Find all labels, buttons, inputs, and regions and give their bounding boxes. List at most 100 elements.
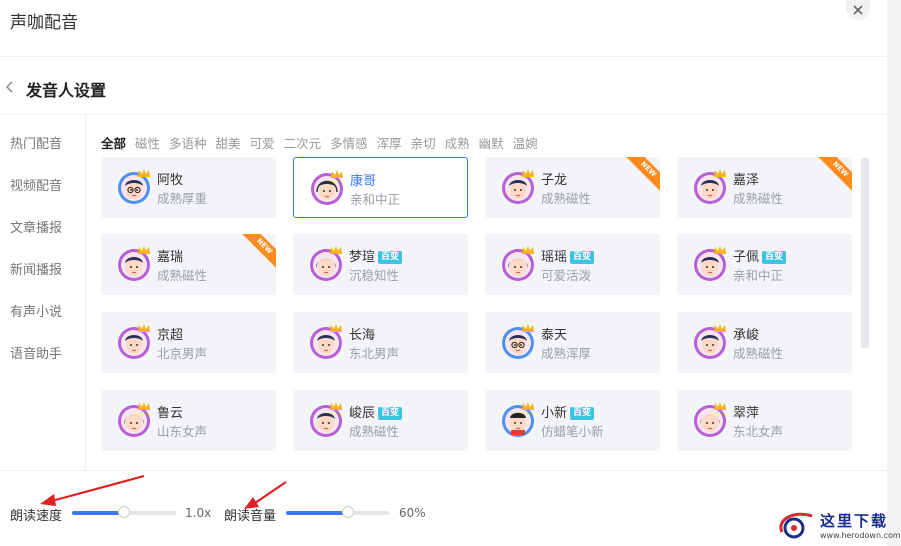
filter-tab[interactable]: 多语种 xyxy=(169,133,207,151)
voice-tag-badge: 百变 xyxy=(570,251,595,264)
voice-name-text: 泰天 xyxy=(541,328,568,343)
voice-card[interactable]: 泰天 成熟浑厚 xyxy=(485,312,660,373)
speed-slider-fill xyxy=(72,511,124,515)
grid-scrollbar[interactable] xyxy=(861,158,869,348)
voice-name-text: 长海 xyxy=(349,328,376,343)
voice-description: 成熟磁性 xyxy=(541,191,592,206)
voice-description: 可爱活泼 xyxy=(541,268,592,283)
voice-description: 东北男声 xyxy=(349,346,400,361)
crown-icon xyxy=(713,318,727,332)
voice-card[interactable]: 鲁云 山东女声 xyxy=(101,390,276,451)
voice-card[interactable]: 子龙成熟磁性 NEW xyxy=(485,157,660,218)
crown-icon xyxy=(329,396,343,410)
voice-card[interactable]: 梦瑄 百变 沉稳知性 xyxy=(293,234,468,295)
voice-name-text: 峻辰 xyxy=(349,406,376,421)
filter-tab[interactable]: 二次元 xyxy=(284,133,322,151)
voice-name-text: 阿牧 xyxy=(157,173,184,188)
crown-icon xyxy=(137,396,151,410)
voice-description: 成熟磁性 xyxy=(733,346,784,361)
sidebar-item-article[interactable]: 文章播报 xyxy=(0,212,85,246)
filter-tab[interactable]: 成熟 xyxy=(445,133,470,151)
filter-tab[interactable]: 亲切 xyxy=(411,133,436,151)
crown-icon xyxy=(329,318,343,332)
crown-icon xyxy=(137,163,151,177)
volume-slider-handle[interactable] xyxy=(342,506,355,518)
filter-tab[interactable]: 磁性 xyxy=(135,133,160,151)
voice-card[interactable]: 承峻 成熟磁性 xyxy=(677,312,852,373)
back-button[interactable] xyxy=(2,79,16,95)
voice-name: 嘉泽 xyxy=(733,169,759,188)
voice-card[interactable]: 嘉泽 成熟磁性 NEW xyxy=(677,157,852,218)
filter-tab[interactable]: 甜美 xyxy=(216,133,241,151)
voice-name-text: 小新 xyxy=(541,406,568,421)
close-icon xyxy=(853,5,863,15)
voice-description: 亲和中正 xyxy=(733,268,784,283)
filter-tab[interactable]: 全部 xyxy=(101,133,126,151)
voice-name: 子龙 xyxy=(541,169,567,188)
voice-description: 北京男声 xyxy=(157,346,208,361)
sidebar-item-news[interactable]: 新闻播报 xyxy=(0,254,85,288)
voice-description: 成熟浑厚 xyxy=(541,346,592,361)
voice-name: 嘉瑞 xyxy=(157,246,183,265)
crown-icon xyxy=(329,240,343,254)
voice-name: 长海 xyxy=(349,324,375,343)
crown-icon xyxy=(521,163,535,177)
filter-tab[interactable]: 温婉 xyxy=(513,133,538,151)
crown-icon xyxy=(137,240,151,254)
volume-slider[interactable] xyxy=(286,506,390,518)
voice-card[interactable]: 康哥 亲和中正 xyxy=(293,157,468,218)
annotation-arrow-volume xyxy=(244,481,287,509)
chevron-left-icon xyxy=(5,81,13,93)
voice-card[interactable]: 长海 东北男声 xyxy=(293,312,468,373)
speed-slider[interactable] xyxy=(72,506,176,518)
voice-card[interactable]: 京超 北京男声 xyxy=(101,312,276,373)
section-title: 发音人设置 xyxy=(26,81,107,100)
speed-value: 1.0x xyxy=(185,506,212,520)
voice-name: 小新 百变 xyxy=(541,402,595,421)
sidebar-item-hot[interactable]: 热门配音 xyxy=(0,128,85,162)
category-sidebar: 热门配音 视频配音 文章播报 新闻播报 有声小说 语音助手 xyxy=(0,115,86,470)
voice-card[interactable]: 瑶瑶 百变可爱活泼 xyxy=(485,234,660,295)
crown-icon xyxy=(521,240,535,254)
voice-card[interactable]: 子佩 百变 亲和中正 xyxy=(677,234,852,295)
new-ribbon: NEW xyxy=(815,157,852,194)
voice-name: 康哥 xyxy=(350,170,376,189)
voice-description: 亲和中正 xyxy=(350,192,401,207)
crown-icon xyxy=(521,318,535,332)
filter-tab[interactable]: 浑厚 xyxy=(377,133,402,151)
voice-name-text: 子龙 xyxy=(541,173,568,188)
crown-icon xyxy=(330,164,344,178)
watermark-text: 这里下载 xyxy=(820,512,889,530)
header-divider xyxy=(0,56,887,57)
voice-card[interactable]: 嘉瑞 成熟磁性 NEW xyxy=(101,234,276,295)
voice-name-text: 承峻 xyxy=(733,328,760,343)
voice-name-text: 鲁云 xyxy=(157,406,184,421)
voice-name: 峻辰 百变 xyxy=(349,402,403,421)
sidebar-item-assistant[interactable]: 语音助手 xyxy=(0,338,85,372)
sidebar-item-video[interactable]: 视频配音 xyxy=(0,170,85,204)
voice-name-text: 康哥 xyxy=(350,174,377,189)
new-ribbon: NEW xyxy=(623,157,660,194)
voice-name: 泰天 xyxy=(541,324,567,343)
app-title: 声咖配音 xyxy=(10,13,78,33)
voice-card[interactable]: 小新 百变 仿蜡笔小新 xyxy=(485,390,660,451)
filter-tab[interactable]: 多情感 xyxy=(330,133,368,151)
voice-card[interactable]: 峻辰 百变 成熟磁性 xyxy=(293,390,468,451)
voice-tag-badge: 百变 xyxy=(570,407,595,420)
voice-name: 京超 xyxy=(157,324,183,343)
new-ribbon: NEW xyxy=(239,234,276,271)
volume-value: 60% xyxy=(399,506,426,520)
voice-description: 成熟厚重 xyxy=(157,191,208,206)
voice-name: 阿牧 xyxy=(157,169,183,188)
voice-name-text: 瑶瑶 xyxy=(541,250,568,265)
voice-card[interactable]: 阿牧 成熟厚重 xyxy=(101,157,276,218)
filter-tab[interactable]: 幽默 xyxy=(479,133,504,151)
voice-name: 子佩 百变 xyxy=(733,246,787,265)
voice-name: 鲁云 xyxy=(157,402,183,421)
sidebar-item-novel[interactable]: 有声小说 xyxy=(0,296,85,330)
close-button[interactable] xyxy=(846,0,870,20)
voice-card[interactable]: 翠萍 东北女声 xyxy=(677,390,852,451)
voice-name-text: 翠萍 xyxy=(733,406,760,421)
filter-tab[interactable]: 可爱 xyxy=(250,133,275,151)
voice-name: 承峻 xyxy=(733,324,759,343)
